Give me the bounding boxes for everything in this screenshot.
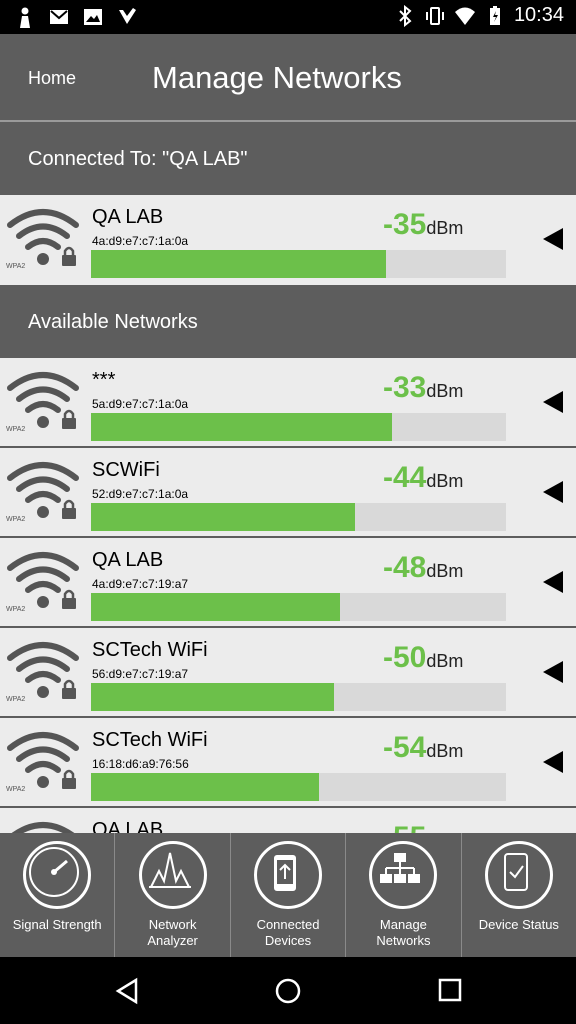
security-label: WPA2	[6, 516, 25, 523]
app-header: Home Manage Networks	[0, 34, 576, 121]
signal-bar-fill	[91, 413, 392, 441]
signal-value: -54dBm	[383, 731, 464, 764]
network-ssid: QA LAB	[92, 549, 164, 571]
network-tree-icon	[369, 841, 438, 909]
battery-icon	[489, 5, 500, 25]
page-title: Manage Networks	[152, 60, 402, 95]
signal-value: -33dBm	[383, 371, 464, 404]
wifi-status-icon	[454, 7, 475, 25]
network-ssid: ***	[92, 369, 116, 391]
signal-value: -44dBm	[383, 461, 464, 494]
signal-bar-fill	[91, 250, 386, 278]
nav-tab[interactable]: Connected Devices	[229, 833, 345, 957]
security-label: WPA2	[6, 606, 25, 613]
wifi-lock-icon: WPA2	[6, 732, 79, 793]
wifi-lock-icon: WPA2	[6, 209, 79, 270]
signal-bar	[91, 413, 506, 441]
signal-bar	[91, 773, 506, 801]
expand-arrow-icon[interactable]	[543, 751, 563, 773]
network-mac: 16:18:d6:a9:76:56	[92, 757, 189, 771]
home-button[interactable]: Home	[28, 68, 76, 89]
network-row[interactable]: WPA2 SCTech WiFi 56:d9:e7:c7:19:a7 -50dBm	[0, 628, 576, 718]
speedometer-icon	[23, 841, 92, 909]
person-icon	[20, 7, 30, 28]
expand-arrow-icon[interactable]	[543, 228, 563, 250]
nav-tab[interactable]: Device Status	[460, 833, 576, 957]
signal-bar-fill	[91, 773, 320, 801]
phone-check-icon	[484, 841, 553, 909]
security-label: WPA2	[6, 696, 25, 703]
signal-value: -48dBm	[383, 551, 464, 584]
bluetooth-icon	[399, 4, 412, 27]
nav-tab[interactable]: Signal Strength	[0, 833, 114, 957]
bottom-navigation: Signal Strength Network Analyzer Connected D…	[0, 833, 576, 957]
signal-value: -35dBm	[383, 208, 464, 241]
network-row[interactable]: WPA2 QA LAB 4a:d9:e7:c7:19:a7 -48dBm	[0, 538, 576, 628]
available-label: Available Networks	[28, 311, 198, 333]
signal-bar-fill	[91, 593, 340, 621]
system-navigation-bar	[0, 957, 576, 1024]
security-label: WPA2	[6, 263, 25, 270]
available-section-header: Available Networks	[0, 285, 576, 358]
wifi-lock-icon: WPA2	[6, 462, 79, 523]
network-ssid: QA LAB	[92, 206, 164, 228]
network-mac: 52:d9:e7:c7:1a:0a	[92, 487, 189, 501]
nav-label: Signal Strength	[12, 917, 102, 932]
connected-network-row[interactable]: WPA2 QA LAB 4a:d9:e7:c7:1a:0a -35dBm	[0, 195, 576, 285]
back-icon[interactable]	[114, 977, 140, 1005]
expand-arrow-icon[interactable]	[543, 661, 563, 683]
signal-bar-fill	[91, 683, 334, 711]
home-icon[interactable]	[274, 977, 302, 1005]
connected-section-header: Connected To: "QA LAB"	[0, 122, 576, 195]
nav-label: Device Status	[478, 917, 559, 932]
network-ssid: SCWiFi	[92, 459, 160, 481]
signal-bar	[91, 503, 506, 531]
status-bar: 10:34	[0, 0, 576, 34]
network-mac: 5a:d9:e7:c7:1a:0a	[92, 397, 189, 411]
network-row[interactable]: WPA2 *** 5a:d9:e7:c7:1a:0a -33dBm	[0, 358, 576, 448]
expand-arrow-icon[interactable]	[543, 571, 563, 593]
expand-arrow-icon[interactable]	[543, 481, 563, 503]
gmail-icon	[50, 10, 68, 24]
wifi-lock-icon: WPA2	[6, 552, 79, 613]
signal-bar	[91, 250, 506, 278]
nav-label: Connected Devices	[256, 917, 320, 948]
nav-label: Manage Networks	[376, 917, 431, 948]
connected-label: Connected To: "QA LAB"	[28, 148, 248, 170]
clock: 10:34	[513, 4, 564, 26]
spectrum-icon	[138, 841, 207, 909]
image-icon	[84, 9, 102, 25]
vibrate-icon	[425, 6, 444, 25]
signal-bar	[91, 593, 506, 621]
network-ssid: SCTech WiFi	[92, 639, 208, 661]
security-label: WPA2	[6, 426, 25, 433]
network-row[interactable]: WPA2 SCWiFi 52:d9:e7:c7:1a:0a -44dBm	[0, 448, 576, 538]
phone-upload-icon	[254, 841, 323, 909]
expand-arrow-icon[interactable]	[543, 391, 563, 413]
network-mac: 56:d9:e7:c7:19:a7	[92, 667, 189, 681]
wifi-lock-icon: WPA2	[6, 372, 79, 433]
app-check-icon	[119, 8, 136, 24]
signal-bar	[91, 683, 506, 711]
network-row[interactable]: WPA2 SCTech WiFi 16:18:d6:a9:76:56 -54dBm	[0, 718, 576, 808]
network-mac: 4a:d9:e7:c7:1a:0a	[92, 234, 189, 248]
network-mac: 4a:d9:e7:c7:19:a7	[92, 577, 189, 591]
security-label: WPA2	[6, 786, 25, 793]
nav-tab[interactable]: Network Analyzer	[114, 833, 229, 957]
recents-icon[interactable]	[438, 978, 462, 1002]
nav-label: Network Analyzer	[147, 917, 198, 948]
network-ssid: SCTech WiFi	[92, 729, 208, 751]
signal-bar-fill	[91, 503, 355, 531]
nav-tab[interactable]: Manage Networks	[345, 833, 460, 957]
signal-value: -50dBm	[383, 641, 464, 674]
wifi-lock-icon: WPA2	[6, 642, 79, 703]
